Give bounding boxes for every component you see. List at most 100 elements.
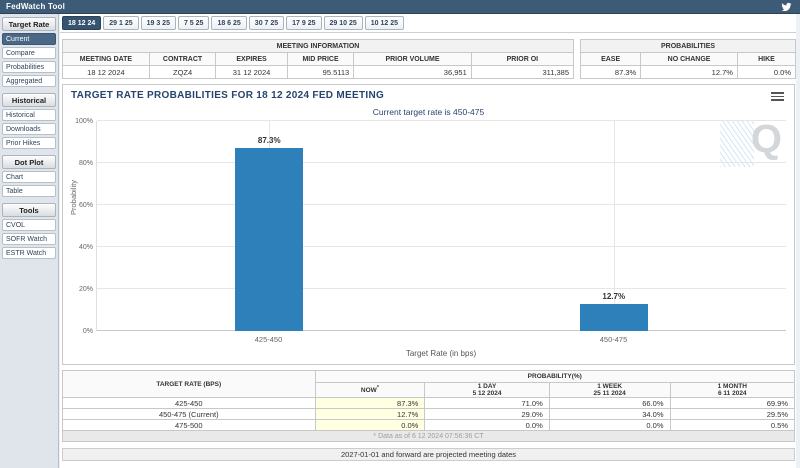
col-prior-volume: PRIOR VOLUME bbox=[353, 52, 472, 66]
col-target-rate-bps: TARGET RATE (BPS) bbox=[62, 370, 316, 398]
x-axis-labels: 425-450 450-475 bbox=[96, 335, 786, 344]
week-probability: 0.0% bbox=[548, 419, 671, 431]
no-change-value: 12.7% bbox=[640, 65, 738, 79]
probability-bar-425-450[interactable] bbox=[235, 147, 304, 331]
data-as-of-footnote: * Data as of 6 12 2024 07:56:36 CT bbox=[62, 430, 795, 442]
chart-subtitle: Current target rate is 450-475 bbox=[372, 107, 485, 117]
tab-meeting-8[interactable]: 10 12 25 bbox=[364, 16, 405, 30]
col-contract: CONTRACT bbox=[148, 52, 217, 66]
tab-meeting-1[interactable]: 29 1 25 bbox=[103, 16, 139, 30]
sidebar: Target Rate Current Compare Probabilitie… bbox=[0, 14, 59, 468]
sidebar-item-aggregated[interactable]: Aggregated bbox=[2, 75, 56, 87]
col-ease: EASE bbox=[579, 52, 642, 66]
col-expires: EXPIRES bbox=[215, 52, 288, 66]
prior-oi-value: 311,385 bbox=[470, 65, 575, 79]
col-1-week: 1 WEEK 25 11 2024 bbox=[548, 382, 671, 398]
col-hike: HIKE bbox=[736, 52, 797, 66]
tab-meeting-6[interactable]: 17 9 25 bbox=[286, 16, 322, 30]
sidebar-item-cvol[interactable]: CVOL bbox=[2, 219, 56, 231]
bar-value-label: 12.7% bbox=[602, 292, 626, 302]
hike-value: 0.0% bbox=[736, 65, 797, 79]
day-probability: 29.0% bbox=[424, 408, 550, 420]
table-row: 475-500 0.0% 0.0% 0.0% 0.5% bbox=[62, 419, 796, 431]
meeting-information-box: MEETING INFORMATION MEETING DATE CONTRAC… bbox=[62, 39, 575, 79]
sidebar-item-chart[interactable]: Chart bbox=[2, 171, 56, 183]
plot-area: 0% 20% 40% 60% 80% 100% 87.3% 12.7% bbox=[75, 118, 787, 335]
sidebar-item-current[interactable]: Current bbox=[2, 33, 56, 45]
month-probability: 69.9% bbox=[669, 397, 796, 409]
y-tick: 80% bbox=[78, 160, 93, 167]
sidebar-item-prior-hikes[interactable]: Prior Hikes bbox=[2, 137, 56, 149]
probabilities-box: PROBABILITIES EASE NO CHANGE HIKE 87.3% … bbox=[579, 39, 797, 79]
month-probability: 29.5% bbox=[669, 408, 796, 420]
rate-range-label: 425-450 bbox=[62, 397, 316, 409]
main-panel: 18 12 24 29 1 25 19 3 25 7 5 25 18 6 25 … bbox=[60, 14, 797, 468]
col-1-month: 1 MONTH 6 11 2024 bbox=[669, 382, 796, 398]
y-tick: 0% bbox=[82, 328, 93, 335]
projected-dates-note: 2027-01-01 and forward are projected mee… bbox=[62, 448, 795, 461]
meeting-tabstrip: 18 12 24 29 1 25 19 3 25 7 5 25 18 6 25 … bbox=[60, 14, 796, 33]
rate-range-label: 450-475 (Current) bbox=[62, 408, 316, 420]
tab-meeting-2[interactable]: 19 3 25 bbox=[140, 16, 176, 30]
table-row: 425-450 87.3% 71.0% 66.0% 69.9% bbox=[62, 397, 796, 409]
col-1-day: 1 DAY 5 12 2024 bbox=[424, 382, 550, 398]
y-tick: 40% bbox=[78, 244, 93, 251]
col-prior-oi: PRIOR OI bbox=[470, 52, 575, 66]
sidebar-item-estr-watch[interactable]: ESTR Watch bbox=[2, 247, 56, 259]
x-category-label: 450-475 bbox=[599, 335, 628, 344]
probabilities-title: PROBABILITIES bbox=[580, 39, 796, 53]
col-mid-price: MID PRICE bbox=[286, 52, 355, 66]
tab-meeting-4[interactable]: 18 6 25 bbox=[211, 16, 247, 30]
col-no-change: NO CHANGE bbox=[640, 52, 738, 66]
probability-chart-panel: TARGET RATE PROBABILITIES FOR 18 12 2024… bbox=[62, 84, 795, 365]
probability-history-table: TARGET RATE (BPS) PROBABILITY(%) NOW* 1 … bbox=[62, 370, 796, 442]
bar-group-450-475: 12.7% bbox=[442, 121, 787, 331]
y-tick: 60% bbox=[78, 202, 93, 209]
now-probability: 87.3% bbox=[314, 397, 426, 409]
tab-meeting-5[interactable]: 30 7 25 bbox=[248, 16, 285, 30]
sidebar-item-sofr-watch[interactable]: SOFR Watch bbox=[2, 233, 56, 245]
prior-volume-value: 36,951 bbox=[353, 65, 472, 79]
fedwatch-tool-window: FedWatch Tool Target Rate Current Compar… bbox=[0, 0, 800, 468]
sidebar-item-compare[interactable]: Compare bbox=[2, 47, 56, 59]
day-probability: 0.0% bbox=[424, 419, 550, 431]
col-meeting-date: MEETING DATE bbox=[62, 52, 150, 66]
y-axis-title: Probability bbox=[69, 179, 78, 215]
col-group-probability: PROBABILITY(%) bbox=[314, 370, 796, 383]
now-probability: 0.0% bbox=[314, 419, 426, 431]
y-tick: 20% bbox=[78, 286, 93, 293]
bar-value-label: 87.3% bbox=[257, 135, 281, 145]
month-probability: 0.5% bbox=[669, 419, 796, 431]
app-title: FedWatch Tool bbox=[6, 2, 66, 11]
week-probability: 34.0% bbox=[548, 408, 671, 420]
expires-value: 31 12 2024 bbox=[215, 65, 288, 79]
meeting-info-title: MEETING INFORMATION bbox=[62, 39, 574, 53]
col-now: NOW* bbox=[314, 382, 426, 398]
ease-value: 87.3% bbox=[579, 65, 642, 79]
probability-bar-450-475[interactable] bbox=[579, 304, 648, 331]
sidebar-item-historical[interactable]: Historical bbox=[2, 109, 56, 121]
chart-title: TARGET RATE PROBABILITIES FOR 18 12 2024… bbox=[71, 90, 385, 101]
tab-meeting-7[interactable]: 29 10 25 bbox=[323, 16, 363, 30]
bar-group-425-450: 87.3% bbox=[97, 121, 442, 331]
app-header: FedWatch Tool bbox=[0, 0, 800, 14]
week-probability: 66.0% bbox=[548, 397, 671, 409]
now-probability: 12.7% bbox=[314, 408, 426, 420]
sidebar-item-downloads[interactable]: Downloads bbox=[2, 123, 56, 135]
chart-export-menu-icon[interactable] bbox=[771, 92, 784, 103]
sidebar-item-table[interactable]: Table bbox=[2, 185, 56, 197]
y-tick: 100% bbox=[75, 118, 93, 125]
sidebar-header-historical: Historical bbox=[2, 93, 56, 107]
x-axis-title: Target Rate (in bps) bbox=[405, 349, 477, 358]
sidebar-header-target-rate: Target Rate bbox=[2, 17, 56, 31]
sidebar-header-dot-plot: Dot Plot bbox=[2, 155, 56, 169]
table-row: 450-475 (Current) 12.7% 29.0% 34.0% 29.5… bbox=[62, 408, 796, 420]
x-category-label: 425-450 bbox=[254, 335, 283, 344]
sidebar-header-tools: Tools bbox=[2, 203, 56, 217]
meeting-date-value: 18 12 2024 bbox=[62, 65, 150, 79]
sidebar-item-probabilities[interactable]: Probabilities bbox=[2, 61, 56, 73]
tab-meeting-0[interactable]: 18 12 24 bbox=[62, 16, 102, 30]
rate-range-label: 475-500 bbox=[62, 419, 316, 431]
tab-meeting-3[interactable]: 7 5 25 bbox=[177, 16, 210, 30]
twitter-icon[interactable] bbox=[781, 2, 792, 12]
